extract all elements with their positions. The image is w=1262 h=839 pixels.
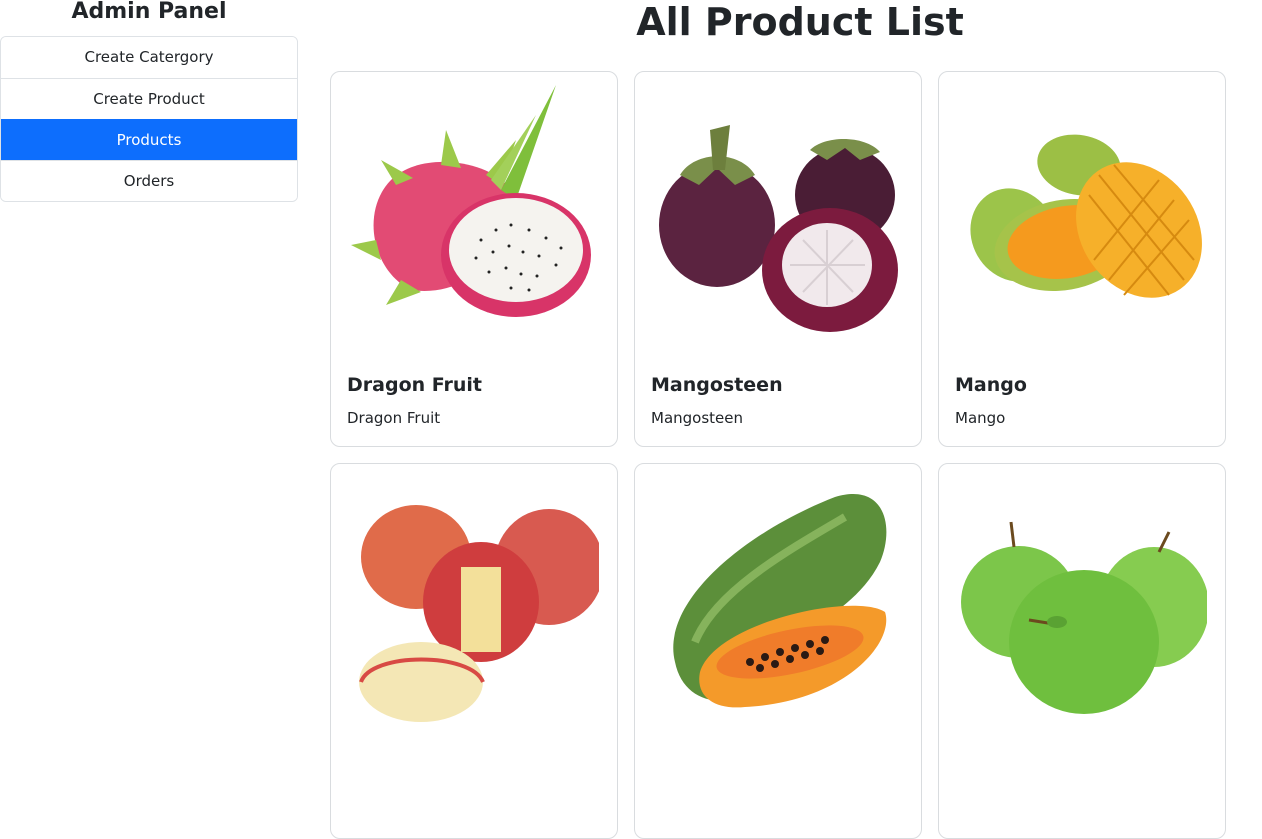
product-card[interactable]: [330, 463, 618, 839]
mango-image: [970, 134, 1202, 298]
green-apple-image: [961, 521, 1207, 714]
mangosteen-image: [659, 125, 898, 332]
product-card[interactable]: [938, 463, 1226, 839]
product-name: Dragon Fruit: [347, 374, 483, 396]
product-description: Mango: [955, 409, 1006, 427]
sidebar: Admin Panel Create Catergory Create Prod…: [0, 0, 298, 202]
product-card[interactable]: Mango Mango: [938, 71, 1226, 447]
product-grid: Dragon Fruit Dragon Fruit Mangosteen Man…: [330, 71, 1226, 839]
sidebar-menu: Create Catergory Create Product Products…: [0, 36, 298, 202]
product-card[interactable]: Dragon Fruit Dragon Fruit: [330, 71, 618, 447]
sidebar-item-orders[interactable]: Orders: [1, 160, 297, 201]
product-name: Mango: [955, 374, 1027, 396]
product-card[interactable]: [634, 463, 922, 839]
product-description: Mangosteen: [651, 409, 743, 427]
product-description: Dragon Fruit: [347, 409, 441, 427]
main-content: All Product List Dragon Fruit Dragon Fru…: [330, 0, 1230, 839]
page-title: All Product List: [636, 0, 964, 44]
product-name: Mangosteen: [651, 374, 783, 396]
sidebar-item-create-category[interactable]: Create Catergory: [1, 37, 297, 78]
sidebar-item-products[interactable]: Products: [1, 119, 297, 160]
dragon-fruit-image: [351, 85, 591, 317]
sidebar-item-create-product[interactable]: Create Product: [1, 78, 297, 119]
red-apple-image: [359, 505, 599, 722]
papaya-image: [673, 494, 887, 708]
sidebar-title: Admin Panel: [71, 0, 227, 24]
product-card[interactable]: Mangosteen Mangosteen: [634, 71, 922, 447]
